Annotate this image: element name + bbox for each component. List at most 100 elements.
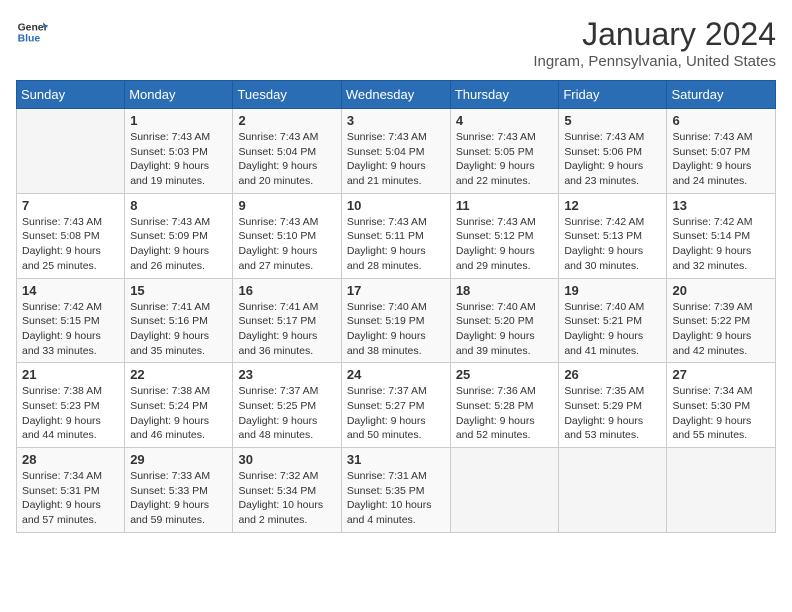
day-number: 14	[22, 283, 119, 298]
day-of-week-header: Monday	[125, 81, 233, 109]
calendar-day-cell: 8 Sunrise: 7:43 AM Sunset: 5:09 PM Daylig…	[125, 193, 233, 278]
day-number: 30	[238, 452, 335, 467]
day-number: 1	[130, 113, 227, 128]
calendar-day-cell: 19 Sunrise: 7:40 AM Sunset: 5:21 PM Dayli…	[559, 278, 667, 363]
day-info: Sunrise: 7:43 AM Sunset: 5:12 PM Dayligh…	[456, 215, 554, 274]
day-info: Sunrise: 7:43 AM Sunset: 5:05 PM Dayligh…	[456, 130, 554, 189]
calendar-day-cell: 15 Sunrise: 7:41 AM Sunset: 5:16 PM Dayli…	[125, 278, 233, 363]
calendar-day-cell: 7Sunrise: 7:43 AM Sunset: 5:08 PM Daylig…	[17, 193, 125, 278]
day-number: 11	[456, 198, 554, 213]
day-of-week-header: Thursday	[450, 81, 559, 109]
day-number: 15	[130, 283, 227, 298]
day-number: 12	[564, 198, 661, 213]
day-number: 2	[238, 113, 335, 128]
day-number: 27	[672, 367, 770, 382]
calendar-week-row: 14 Sunrise: 7:42 AM Sunset: 5:15 PM Dayli…	[17, 278, 776, 363]
day-number: 22	[130, 367, 227, 382]
calendar-day-cell: 1 Sunrise: 7:43 AM Sunset: 5:03 PM Daylig…	[125, 109, 233, 194]
day-of-week-header: Friday	[559, 81, 667, 109]
day-info: Sunrise: 7:35 AM Sunset: 5:29 PM Dayligh…	[564, 384, 661, 443]
calendar-day-cell: 31Sunrise: 7:31 AM Sunset: 5:35 PM Dayli…	[341, 448, 450, 533]
day-number: 26	[564, 367, 661, 382]
calendar-day-cell: 25Sunrise: 7:36 AM Sunset: 5:28 PM Dayli…	[450, 363, 559, 448]
calendar-week-row: 21Sunrise: 7:38 AM Sunset: 5:23 PM Dayli…	[17, 363, 776, 448]
day-info: Sunrise: 7:43 AM Sunset: 5:04 PM Dayligh…	[347, 130, 445, 189]
calendar-day-cell: 24 Sunrise: 7:37 AM Sunset: 5:27 PM Dayli…	[341, 363, 450, 448]
day-number: 20	[672, 283, 770, 298]
calendar-day-cell: 28 Sunrise: 7:34 AM Sunset: 5:31 PM Dayli…	[17, 448, 125, 533]
calendar-day-cell: 14 Sunrise: 7:42 AM Sunset: 5:15 PM Dayli…	[17, 278, 125, 363]
day-info: Sunrise: 7:33 AM Sunset: 5:33 PM Dayligh…	[130, 469, 227, 528]
day-number: 19	[564, 283, 661, 298]
day-info: Sunrise: 7:37 AM Sunset: 5:25 PM Dayligh…	[238, 384, 335, 443]
location-title: Ingram, Pennsylvania, United States	[533, 53, 776, 70]
calendar-week-row: 7Sunrise: 7:43 AM Sunset: 5:08 PM Daylig…	[17, 193, 776, 278]
calendar-day-cell	[667, 448, 776, 533]
calendar-day-cell: 23 Sunrise: 7:37 AM Sunset: 5:25 PM Dayli…	[233, 363, 341, 448]
day-of-week-header: Saturday	[667, 81, 776, 109]
day-number: 18	[456, 283, 554, 298]
calendar-day-cell: 2 Sunrise: 7:43 AM Sunset: 5:04 PM Daylig…	[233, 109, 341, 194]
day-info: Sunrise: 7:40 AM Sunset: 5:21 PM Dayligh…	[564, 300, 661, 359]
calendar-day-cell: 22 Sunrise: 7:38 AM Sunset: 5:24 PM Dayli…	[125, 363, 233, 448]
day-info: Sunrise: 7:42 AM Sunset: 5:13 PM Dayligh…	[564, 215, 661, 274]
day-number: 29	[130, 452, 227, 467]
calendar-day-cell: 20 Sunrise: 7:39 AM Sunset: 5:22 PM Dayli…	[667, 278, 776, 363]
day-info: Sunrise: 7:34 AM Sunset: 5:31 PM Dayligh…	[22, 469, 119, 528]
day-info: Sunrise: 7:39 AM Sunset: 5:22 PM Dayligh…	[672, 300, 770, 359]
calendar-day-cell: 12 Sunrise: 7:42 AM Sunset: 5:13 PM Dayli…	[559, 193, 667, 278]
day-number: 8	[130, 198, 227, 213]
day-of-week-header: Wednesday	[341, 81, 450, 109]
calendar-week-row: 1 Sunrise: 7:43 AM Sunset: 5:03 PM Daylig…	[17, 109, 776, 194]
day-info: Sunrise: 7:43 AM Sunset: 5:10 PM Dayligh…	[238, 215, 335, 274]
calendar-day-cell: 11 Sunrise: 7:43 AM Sunset: 5:12 PM Dayli…	[450, 193, 559, 278]
day-info: Sunrise: 7:42 AM Sunset: 5:15 PM Dayligh…	[22, 300, 119, 359]
day-number: 31	[347, 452, 445, 467]
day-info: Sunrise: 7:41 AM Sunset: 5:16 PM Dayligh…	[130, 300, 227, 359]
calendar-day-cell	[559, 448, 667, 533]
calendar-day-cell: 21Sunrise: 7:38 AM Sunset: 5:23 PM Dayli…	[17, 363, 125, 448]
svg-text:Blue: Blue	[18, 34, 41, 45]
day-info: Sunrise: 7:34 AM Sunset: 5:30 PM Dayligh…	[672, 384, 770, 443]
day-number: 23	[238, 367, 335, 382]
day-info: Sunrise: 7:40 AM Sunset: 5:19 PM Dayligh…	[347, 300, 445, 359]
day-number: 24	[347, 367, 445, 382]
day-info: Sunrise: 7:36 AM Sunset: 5:28 PM Dayligh…	[456, 384, 554, 443]
day-number: 9	[238, 198, 335, 213]
day-info: Sunrise: 7:43 AM Sunset: 5:07 PM Dayligh…	[672, 130, 770, 189]
header: General Blue January 2024 Ingram, Pennsy…	[16, 16, 776, 70]
day-info: Sunrise: 7:43 AM Sunset: 5:03 PM Dayligh…	[130, 130, 227, 189]
calendar-day-cell: 5Sunrise: 7:43 AM Sunset: 5:06 PM Daylig…	[559, 109, 667, 194]
calendar-day-cell: 3Sunrise: 7:43 AM Sunset: 5:04 PM Daylig…	[341, 109, 450, 194]
day-info: Sunrise: 7:40 AM Sunset: 5:20 PM Dayligh…	[456, 300, 554, 359]
day-of-week-header: Tuesday	[233, 81, 341, 109]
day-info: Sunrise: 7:43 AM Sunset: 5:04 PM Dayligh…	[238, 130, 335, 189]
month-title: January 2024	[533, 16, 776, 53]
day-number: 10	[347, 198, 445, 213]
calendar-day-cell: 17Sunrise: 7:40 AM Sunset: 5:19 PM Dayli…	[341, 278, 450, 363]
day-number: 21	[22, 367, 119, 382]
calendar-table: SundayMondayTuesdayWednesdayThursdayFrid…	[16, 80, 776, 533]
title-area: January 2024 Ingram, Pennsylvania, Unite…	[533, 16, 776, 70]
day-number: 13	[672, 198, 770, 213]
day-info: Sunrise: 7:38 AM Sunset: 5:24 PM Dayligh…	[130, 384, 227, 443]
day-number: 16	[238, 283, 335, 298]
day-number: 4	[456, 113, 554, 128]
calendar-day-cell	[450, 448, 559, 533]
calendar-day-cell: 30 Sunrise: 7:32 AM Sunset: 5:34 PM Dayli…	[233, 448, 341, 533]
day-info: Sunrise: 7:43 AM Sunset: 5:09 PM Dayligh…	[130, 215, 227, 274]
calendar-day-cell: 16 Sunrise: 7:41 AM Sunset: 5:17 PM Dayli…	[233, 278, 341, 363]
day-number: 28	[22, 452, 119, 467]
day-info: Sunrise: 7:37 AM Sunset: 5:27 PM Dayligh…	[347, 384, 445, 443]
calendar-day-cell: 4 Sunrise: 7:43 AM Sunset: 5:05 PM Daylig…	[450, 109, 559, 194]
day-info: Sunrise: 7:41 AM Sunset: 5:17 PM Dayligh…	[238, 300, 335, 359]
calendar-day-cell: 18 Sunrise: 7:40 AM Sunset: 5:20 PM Dayli…	[450, 278, 559, 363]
calendar-week-row: 28 Sunrise: 7:34 AM Sunset: 5:31 PM Dayli…	[17, 448, 776, 533]
day-of-week-header: Sunday	[17, 81, 125, 109]
calendar-day-cell: 10Sunrise: 7:43 AM Sunset: 5:11 PM Dayli…	[341, 193, 450, 278]
day-info: Sunrise: 7:32 AM Sunset: 5:34 PM Dayligh…	[238, 469, 335, 528]
calendar-body: 1 Sunrise: 7:43 AM Sunset: 5:03 PM Daylig…	[17, 109, 776, 533]
day-info: Sunrise: 7:43 AM Sunset: 5:06 PM Dayligh…	[564, 130, 661, 189]
logo-icon: General Blue	[16, 16, 48, 48]
calendar-day-cell: 6Sunrise: 7:43 AM Sunset: 5:07 PM Daylig…	[667, 109, 776, 194]
